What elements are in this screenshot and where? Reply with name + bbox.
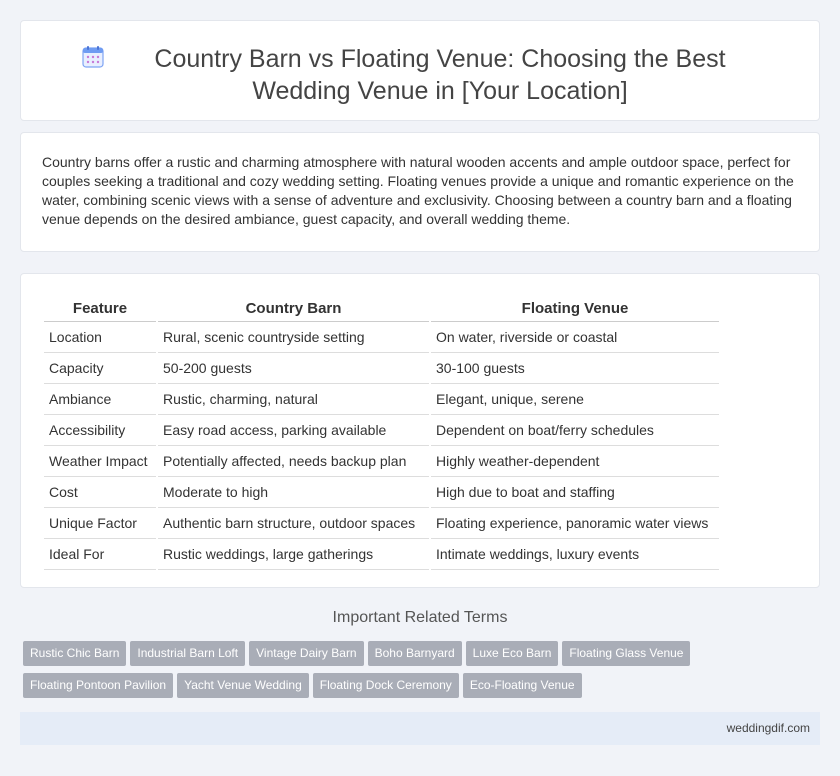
table-cell: On water, riverside or coastal bbox=[431, 322, 719, 353]
table-cell: Intimate weddings, luxury events bbox=[431, 539, 719, 570]
comparison-table: Feature Country Barn Floating Venue Loca… bbox=[42, 296, 721, 570]
table-cell: Accessibility bbox=[44, 415, 156, 446]
table-row: Cost Moderate to high High due to boat a… bbox=[44, 477, 719, 508]
table-row: Weather Impact Potentially affected, nee… bbox=[44, 446, 719, 477]
tag-floating-dock-ceremony[interactable]: Floating Dock Ceremony bbox=[312, 673, 459, 698]
tag-eco-floating-venue[interactable]: Eco-Floating Venue bbox=[462, 673, 582, 698]
table-row: Ideal For Rustic weddings, large gatheri… bbox=[44, 539, 719, 570]
table-header-row: Feature Country Barn Floating Venue bbox=[44, 296, 719, 322]
title-card: Country Barn vs Floating Venue: Choosing… bbox=[20, 20, 820, 121]
table-cell: Rustic weddings, large gatherings bbox=[158, 539, 429, 570]
intro-paragraph: Country barns offer a rustic and charmin… bbox=[42, 154, 794, 227]
table-row: Capacity 50-200 guests 30-100 guests bbox=[44, 353, 719, 384]
table-cell: 30-100 guests bbox=[431, 353, 719, 384]
table-cell: Dependent on boat/ferry schedules bbox=[431, 415, 719, 446]
header-feature: Feature bbox=[44, 296, 156, 322]
table-cell: Weather Impact bbox=[44, 446, 156, 477]
table-cell: Ambiance bbox=[44, 384, 156, 415]
table-cell: High due to boat and staffing bbox=[431, 477, 719, 508]
related-tags: Rustic Chic Barn Industrial Barn Loft Vint… bbox=[23, 641, 723, 705]
tag-industrial-barn-loft[interactable]: Industrial Barn Loft bbox=[130, 641, 246, 666]
table-cell: Rustic, charming, natural bbox=[158, 384, 429, 415]
footer: weddingdif.com bbox=[20, 712, 820, 745]
comparison-card: Feature Country Barn Floating Venue Loca… bbox=[20, 273, 820, 588]
table-row: Location Rural, scenic countryside setti… bbox=[44, 322, 719, 353]
table-cell: Ideal For bbox=[44, 539, 156, 570]
table-cell: Authentic barn structure, outdoor spaces bbox=[158, 508, 429, 539]
tag-floating-pontoon-pavilion[interactable]: Floating Pontoon Pavilion bbox=[23, 673, 174, 698]
table-cell: Potentially affected, needs backup plan bbox=[158, 446, 429, 477]
tag-rustic-chic-barn[interactable]: Rustic Chic Barn bbox=[23, 641, 127, 666]
tag-yacht-venue-wedding[interactable]: Yacht Venue Wedding bbox=[177, 673, 309, 698]
table-cell: Moderate to high bbox=[158, 477, 429, 508]
table-cell: Unique Factor bbox=[44, 508, 156, 539]
table-cell: 50-200 guests bbox=[158, 353, 429, 384]
table-row: Accessibility Easy road access, parking … bbox=[44, 415, 719, 446]
header-country-barn: Country Barn bbox=[158, 296, 429, 322]
table-cell: Highly weather-dependent bbox=[431, 446, 719, 477]
table-cell: Elegant, unique, serene bbox=[431, 384, 719, 415]
tag-luxe-eco-barn[interactable]: Luxe Eco Barn bbox=[465, 641, 559, 666]
tag-boho-barnyard[interactable]: Boho Barnyard bbox=[367, 641, 462, 666]
footer-site-link[interactable]: weddingdif.com bbox=[727, 721, 810, 735]
table-cell: Rural, scenic countryside setting bbox=[158, 322, 429, 353]
related-terms-heading: Important Related Terms bbox=[332, 609, 508, 626]
page-title: Country Barn vs Floating Venue: Choosing… bbox=[154, 45, 726, 105]
table-cell: Capacity bbox=[44, 353, 156, 384]
table-cell: Floating experience, panoramic water vie… bbox=[431, 508, 719, 539]
table-cell: Easy road access, parking available bbox=[158, 415, 429, 446]
tag-floating-glass-venue[interactable]: Floating Glass Venue bbox=[562, 641, 691, 666]
table-row: Unique Factor Authentic barn structure, … bbox=[44, 508, 719, 539]
tag-vintage-dairy-barn[interactable]: Vintage Dairy Barn bbox=[249, 641, 364, 666]
header-floating-venue: Floating Venue bbox=[431, 296, 719, 322]
table-cell: Location bbox=[44, 322, 156, 353]
table-row: Ambiance Rustic, charming, natural Elega… bbox=[44, 384, 719, 415]
table-cell: Cost bbox=[44, 477, 156, 508]
intro-card: Country barns offer a rustic and charmin… bbox=[20, 132, 820, 252]
